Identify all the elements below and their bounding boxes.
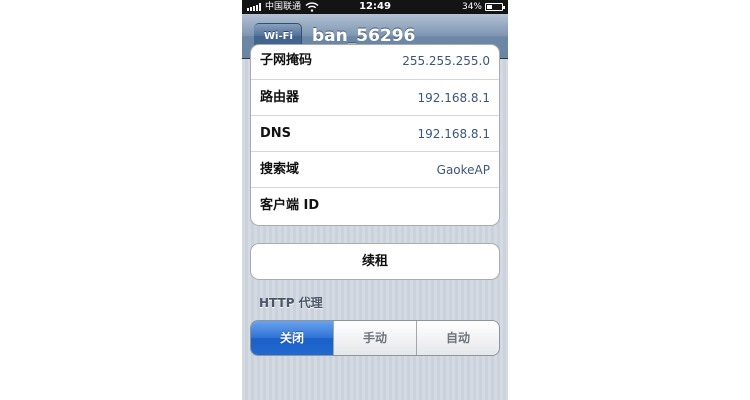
battery-fill — [487, 5, 492, 9]
detail-value: 192.168.8.1 — [417, 91, 490, 105]
detail-label: 客户端 ID — [260, 198, 320, 213]
http-proxy-header: HTTP 代理 — [259, 296, 323, 310]
back-button-label: Wi-Fi — [264, 31, 293, 42]
proxy-option-auto[interactable]: 自动 — [416, 321, 499, 355]
proxy-option-off[interactable]: 关闭 — [251, 321, 333, 355]
battery-icon — [485, 3, 505, 11]
detail-row-search-domain[interactable]: 搜索域 GaokeAP — [251, 151, 499, 187]
detail-value: GaokeAP — [436, 163, 490, 177]
renew-lease-button[interactable]: 续租 — [250, 243, 500, 280]
detail-label: 路由器 — [260, 90, 300, 105]
detail-row-router[interactable]: 路由器 192.168.8.1 — [251, 79, 499, 115]
battery-percent: 34% — [461, 2, 482, 12]
status-right: 34% — [461, 0, 505, 14]
status-bar: 中国联通 12:49 34% — [242, 0, 508, 14]
network-details-group: 子网掩码 255.255.255.0 路由器 192.168.8.1 DNS 1… — [250, 44, 500, 226]
phone-screen: 中国联通 12:49 34% Wi-Fi ban_56296 子网掩码 255.… — [242, 0, 508, 400]
proxy-option-manual[interactable]: 手动 — [333, 321, 416, 355]
http-proxy-segmented-control: 关闭 手动 自动 — [250, 320, 500, 356]
detail-label: 子网掩码 — [260, 53, 313, 68]
detail-label: 搜索域 — [260, 162, 300, 177]
detail-label: DNS — [260, 126, 292, 141]
detail-row-client-id[interactable]: 客户端 ID — [251, 187, 499, 223]
detail-row-subnet[interactable]: 子网掩码 255.255.255.0 — [251, 45, 499, 79]
detail-value: 192.168.8.1 — [417, 127, 490, 141]
detail-value: 255.255.255.0 — [402, 54, 490, 68]
detail-row-dns[interactable]: DNS 192.168.8.1 — [251, 115, 499, 151]
